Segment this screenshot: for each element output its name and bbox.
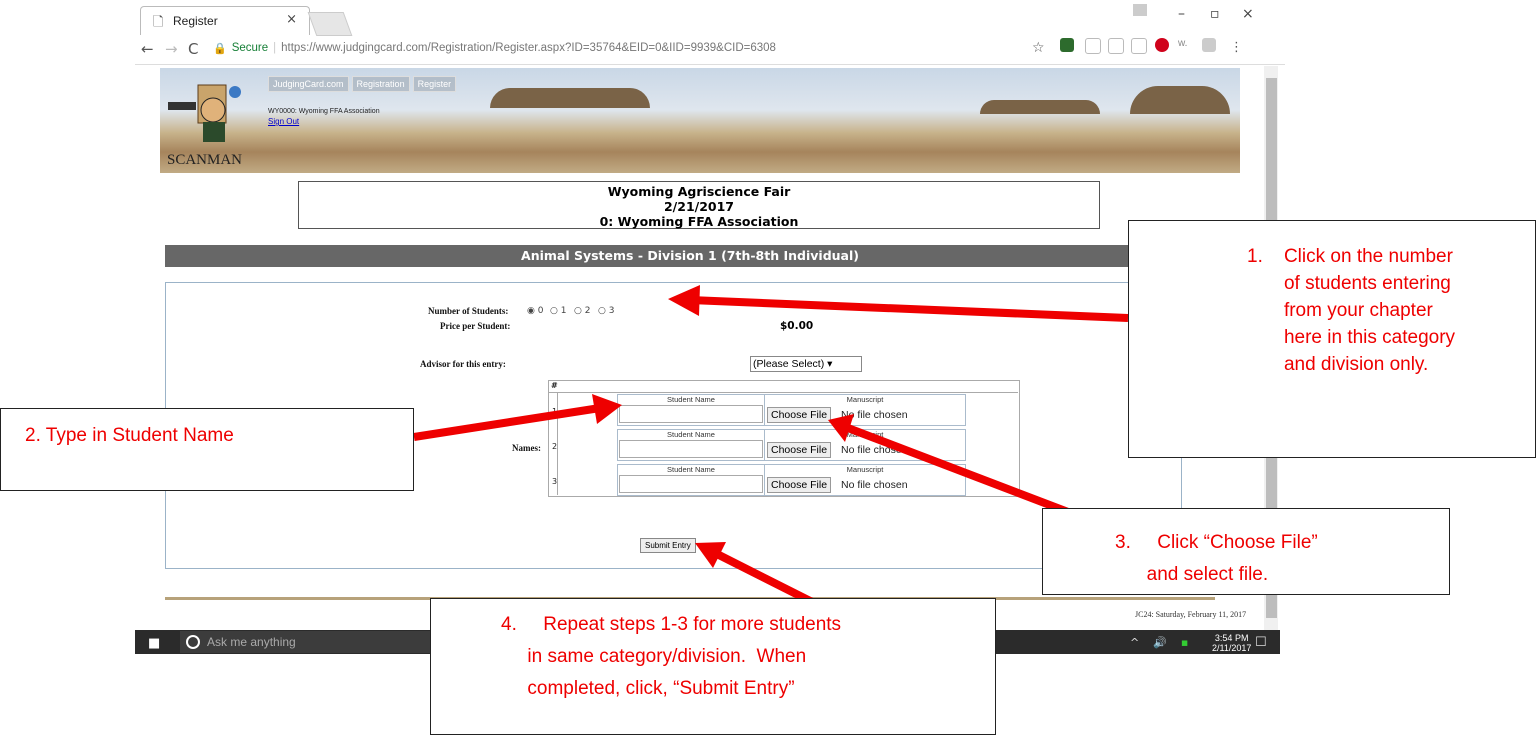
callout-step-2: 2. Type in Student Name	[0, 408, 414, 491]
arrow-2	[413, 404, 601, 441]
callout-step-3: 3. Click “Choose File” and select file.	[1042, 508, 1450, 595]
callout-step-1: 1. Click on the number of students enter…	[1128, 220, 1536, 458]
arrowhead-2	[592, 394, 622, 424]
callout-step-4: 4. Repeat steps 1-3 for more students in…	[430, 598, 996, 735]
arrow-1	[689, 296, 1129, 322]
arrowhead-1	[668, 285, 700, 316]
